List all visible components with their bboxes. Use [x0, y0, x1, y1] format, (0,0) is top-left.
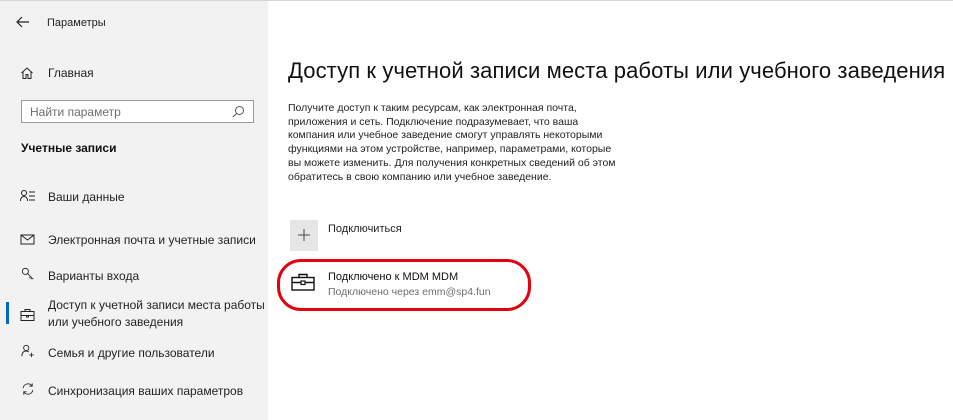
sidebar-item-label: Главная: [48, 66, 94, 80]
back-button[interactable]: [13, 14, 33, 30]
sidebar-item-label: Доступ к учетной записи места работы: [48, 298, 265, 312]
sidebar-item-label-line2: или учебного заведения: [48, 315, 184, 329]
description-line: приложения и сеть. Подключение подразуме…: [288, 115, 579, 128]
page-title: Доступ к учетной записи места работы или…: [288, 58, 946, 83]
back-arrow-icon: [16, 16, 29, 28]
sync-icon: [22, 383, 34, 395]
mail-icon: [20, 234, 35, 245]
account-title: Подключено к MDM MDM: [328, 271, 459, 283]
sidebar-item-label: Семья и другие пользователи: [48, 346, 215, 360]
sidebar-item-your-info[interactable]: Ваши данные: [0, 185, 268, 209]
person-list-icon: [20, 190, 35, 202]
sidebar-item-family[interactable]: Семья и другие пользователи: [0, 341, 268, 365]
main-content: Доступ к учетной записи места работы или…: [268, 1, 953, 420]
sidebar-item-home[interactable]: Главная: [0, 59, 268, 87]
key-icon: [21, 267, 34, 280]
work-account-item[interactable]: Подключено к MDM MDM Подключено через em…: [288, 269, 518, 301]
person-add-icon: [21, 344, 34, 358]
plus-icon: [298, 229, 310, 241]
sidebar: Параметры Главная Учетные записи Ваши да…: [0, 1, 268, 420]
app-title: Параметры: [47, 17, 106, 29]
search-box[interactable]: [21, 100, 254, 123]
home-icon: [21, 67, 33, 79]
title-bar: Параметры: [0, 1, 268, 41]
section-heading: Учетные записи: [21, 141, 117, 155]
sidebar-item-label: Ваши данные: [48, 190, 125, 204]
sidebar-item-label: Синхронизация ваших параметров: [48, 384, 244, 398]
search-icon[interactable]: [232, 105, 245, 118]
briefcase-icon: [20, 309, 35, 321]
description: Получите доступ к таким ресурсам, как эл…: [288, 102, 648, 184]
sidebar-item-label: Варианты входа: [48, 269, 140, 283]
selection-indicator: [6, 302, 9, 324]
description-line: вы можете изменить. Для получения конкре…: [288, 156, 616, 169]
connect-label: Подключиться: [328, 223, 402, 235]
description-line: Получите доступ к таким ресурсам, как эл…: [288, 102, 577, 114]
description-line: функциями на этом устройстве, например, …: [288, 143, 612, 156]
account-subtitle: Подключено через emm@sp4.fun: [328, 286, 491, 298]
briefcase-icon: [291, 273, 315, 291]
description-line: обратитесь в свою компанию или учебное з…: [288, 170, 552, 183]
sidebar-item-email-accounts[interactable]: Электронная почта и учетные записи: [0, 228, 268, 252]
settings-window: Параметры Главная Учетные записи Ваши да…: [0, 0, 953, 420]
sidebar-item-work-access[interactable]: Доступ к учетной записи места работы или…: [0, 296, 268, 332]
plus-tile[interactable]: [290, 220, 318, 251]
sidebar-item-sync[interactable]: Синхронизация ваших параметров: [0, 379, 268, 403]
sidebar-item-sign-in-options[interactable]: Варианты входа: [0, 264, 268, 288]
sidebar-item-label: Электронная почта и учетные записи: [48, 233, 256, 247]
description-line: компания или учебное заведение смогут уп…: [288, 129, 603, 142]
search-input[interactable]: [30, 104, 220, 119]
